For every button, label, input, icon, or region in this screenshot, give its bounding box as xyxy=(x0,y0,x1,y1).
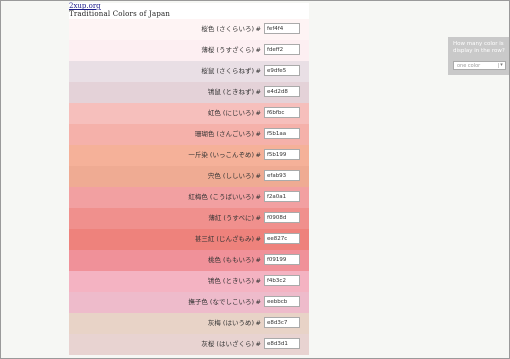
row-count-panel: How many color is display in the row? on… xyxy=(448,37,509,75)
color-row: 薄紅 (うすべに) # xyxy=(69,208,309,229)
color-row: 桜色 (さくらいろ) # xyxy=(69,19,309,40)
hex-code-field[interactable] xyxy=(264,296,300,307)
color-name: 桜色 (さくらいろ) xyxy=(201,25,254,33)
color-row: 桜鼠 (さくらねず) # xyxy=(69,61,309,82)
color-name: 薄紅 (うすべに) xyxy=(208,214,254,222)
color-row: 桃色 (ももいろ) # xyxy=(69,250,309,271)
hex-code-field[interactable] xyxy=(264,149,300,160)
color-row: 鴇鼠 (ときねず) # xyxy=(69,82,309,103)
color-row: 灰桜 (はいざくら) # xyxy=(69,334,309,355)
color-name: 桜鼠 (さくらねず) xyxy=(201,67,254,75)
hash-symbol: # xyxy=(255,88,261,96)
chevron-down-icon: ▾ xyxy=(498,63,504,68)
hash-symbol: # xyxy=(255,340,261,348)
color-row: 宍色 (ししいろ) # xyxy=(69,166,309,187)
hash-symbol: # xyxy=(255,151,261,159)
hash-symbol: # xyxy=(255,277,261,285)
hex-code-field[interactable] xyxy=(264,275,300,286)
hex-code-field[interactable] xyxy=(264,254,300,265)
color-row: 薄桜 (うすざくら) # xyxy=(69,40,309,61)
color-name: 桃色 (ももいろ) xyxy=(207,256,254,264)
color-name: 虹色 (にじいろ) xyxy=(207,109,254,117)
hash-symbol: # xyxy=(255,319,261,327)
hash-symbol: # xyxy=(255,130,261,138)
color-row: 紅梅色 (こうばいいろ) # xyxy=(69,187,309,208)
hash-symbol: # xyxy=(255,172,261,180)
hash-symbol: # xyxy=(255,109,261,117)
color-name: 紅梅色 (こうばいいろ) xyxy=(188,193,254,201)
hash-symbol: # xyxy=(255,235,261,243)
color-name: 薄桜 (うすざくら) xyxy=(201,46,254,54)
color-row: 一斤染 (いっこんぞめ) # xyxy=(69,145,309,166)
color-name: 一斤染 (いっこんぞめ) xyxy=(188,151,254,159)
color-name: 珊瑚色 (さんごいろ) xyxy=(194,130,254,138)
hash-symbol: # xyxy=(255,25,261,33)
color-name: 灰桜 (はいざくら) xyxy=(201,340,254,348)
hex-code-field[interactable] xyxy=(264,107,300,118)
hash-symbol: # xyxy=(255,67,261,75)
row-count-select-value: one color xyxy=(457,63,481,69)
hex-code-field[interactable] xyxy=(264,338,300,349)
hex-code-field[interactable] xyxy=(264,23,300,34)
hash-symbol: # xyxy=(255,256,261,264)
hex-code-field[interactable] xyxy=(264,317,300,328)
page-frame: 2xup.org Traditional Colors of Japan 桜色 … xyxy=(0,0,510,359)
color-list: 桜色 (さくらいろ)#薄桜 (うすざくら)#桜鼠 (さくらねず)#鴇鼠 (ときね… xyxy=(69,19,309,355)
color-name: 撫子色 (なでしこいろ) xyxy=(188,298,254,306)
hex-code-field[interactable] xyxy=(264,170,300,181)
hex-code-field[interactable] xyxy=(264,128,300,139)
site-link[interactable]: 2xup.org xyxy=(69,2,101,10)
color-row: 虹色 (にじいろ) # xyxy=(69,103,309,124)
hex-code-field[interactable] xyxy=(264,191,300,202)
row-count-select[interactable]: one color ▾ xyxy=(453,61,506,70)
color-name: 鴇色 (ときいろ) xyxy=(207,277,254,285)
hex-code-field[interactable] xyxy=(264,233,300,244)
color-name: 灰梅 (はいうめ) xyxy=(207,319,254,327)
hash-symbol: # xyxy=(255,193,261,201)
color-name: 鴇鼠 (ときねず) xyxy=(207,88,254,96)
color-row: 鴇色 (ときいろ) # xyxy=(69,271,309,292)
hex-code-field[interactable] xyxy=(264,86,300,97)
color-row: 撫子色 (なでしこいろ) # xyxy=(69,292,309,313)
hash-symbol: # xyxy=(255,46,261,54)
color-row: 珊瑚色 (さんごいろ) # xyxy=(69,124,309,145)
hash-symbol: # xyxy=(255,298,261,306)
hex-code-field[interactable] xyxy=(264,65,300,76)
color-name: 甚三紅 (じんざもみ) xyxy=(194,235,254,243)
row-count-question: How many color is display in the row? xyxy=(453,41,505,54)
color-row: 灰梅 (はいうめ) # xyxy=(69,313,309,334)
hash-symbol: # xyxy=(255,214,261,222)
color-row: 甚三紅 (じんざもみ) # xyxy=(69,229,309,250)
hex-code-field[interactable] xyxy=(264,212,300,223)
color-name: 宍色 (ししいろ) xyxy=(207,172,254,180)
hex-code-field[interactable] xyxy=(264,44,300,55)
page-title: Traditional Colors of Japan xyxy=(69,10,171,18)
